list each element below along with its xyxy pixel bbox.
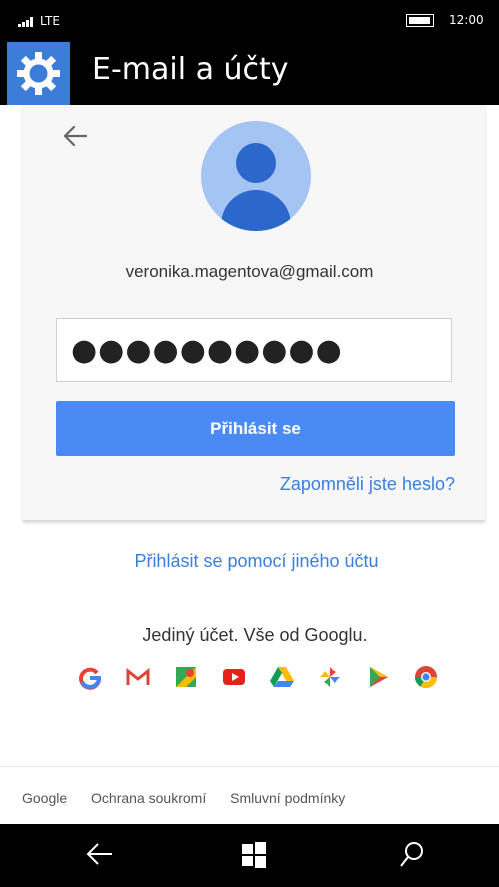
signal-strength-icon	[18, 17, 33, 27]
password-field[interactable]: ●●●●●●●●●●	[56, 318, 452, 382]
google-icon	[79, 667, 102, 690]
tagline: Jediný účet. Vše od Googlu.	[142, 625, 368, 645]
play-icon	[370, 667, 388, 687]
page-title: E-mail a účty	[92, 52, 289, 87]
youtube-icon	[223, 669, 245, 685]
back-arrow-icon[interactable]	[62, 125, 88, 147]
footer-links: Google Ochrana soukromí Smluvní podmínky	[22, 790, 365, 806]
drive-icon	[270, 667, 294, 687]
account-email: veronika.magentova@gmail.com	[125, 262, 374, 281]
other-account-link[interactable]: Přihlásit se pomocí jiného účtu	[0, 551, 499, 572]
avatar-body	[221, 190, 291, 231]
status-time: 12:00	[449, 13, 484, 27]
chrome-icon	[415, 666, 437, 688]
windows-start-icon[interactable]	[241, 842, 267, 868]
avatar-head	[236, 143, 276, 183]
footer-link-terms[interactable]: Smluvní podmínky	[230, 790, 345, 806]
footer-link-google[interactable]: Google	[22, 790, 67, 806]
back-icon[interactable]	[84, 840, 116, 868]
status-bar: LTE 12:00	[0, 0, 499, 42]
search-icon[interactable]	[398, 840, 426, 870]
network-type: LTE	[40, 14, 60, 28]
settings-tile	[7, 42, 70, 105]
google-apps-row	[76, 663, 437, 691]
maps-icon	[176, 667, 196, 687]
gmail-icon	[126, 667, 150, 685]
gear-icon	[17, 52, 60, 95]
forgot-password-link[interactable]: Zapomněli jste heslo?	[280, 474, 455, 495]
signin-button[interactable]: Přihlásit se	[56, 401, 455, 456]
battery-icon	[406, 14, 434, 27]
avatar	[201, 121, 311, 231]
password-value: ●●●●●●●●●●	[71, 333, 343, 368]
photos-icon	[320, 667, 340, 687]
footer-link-privacy[interactable]: Ochrana soukromí	[91, 790, 206, 806]
footer-divider	[0, 766, 499, 767]
